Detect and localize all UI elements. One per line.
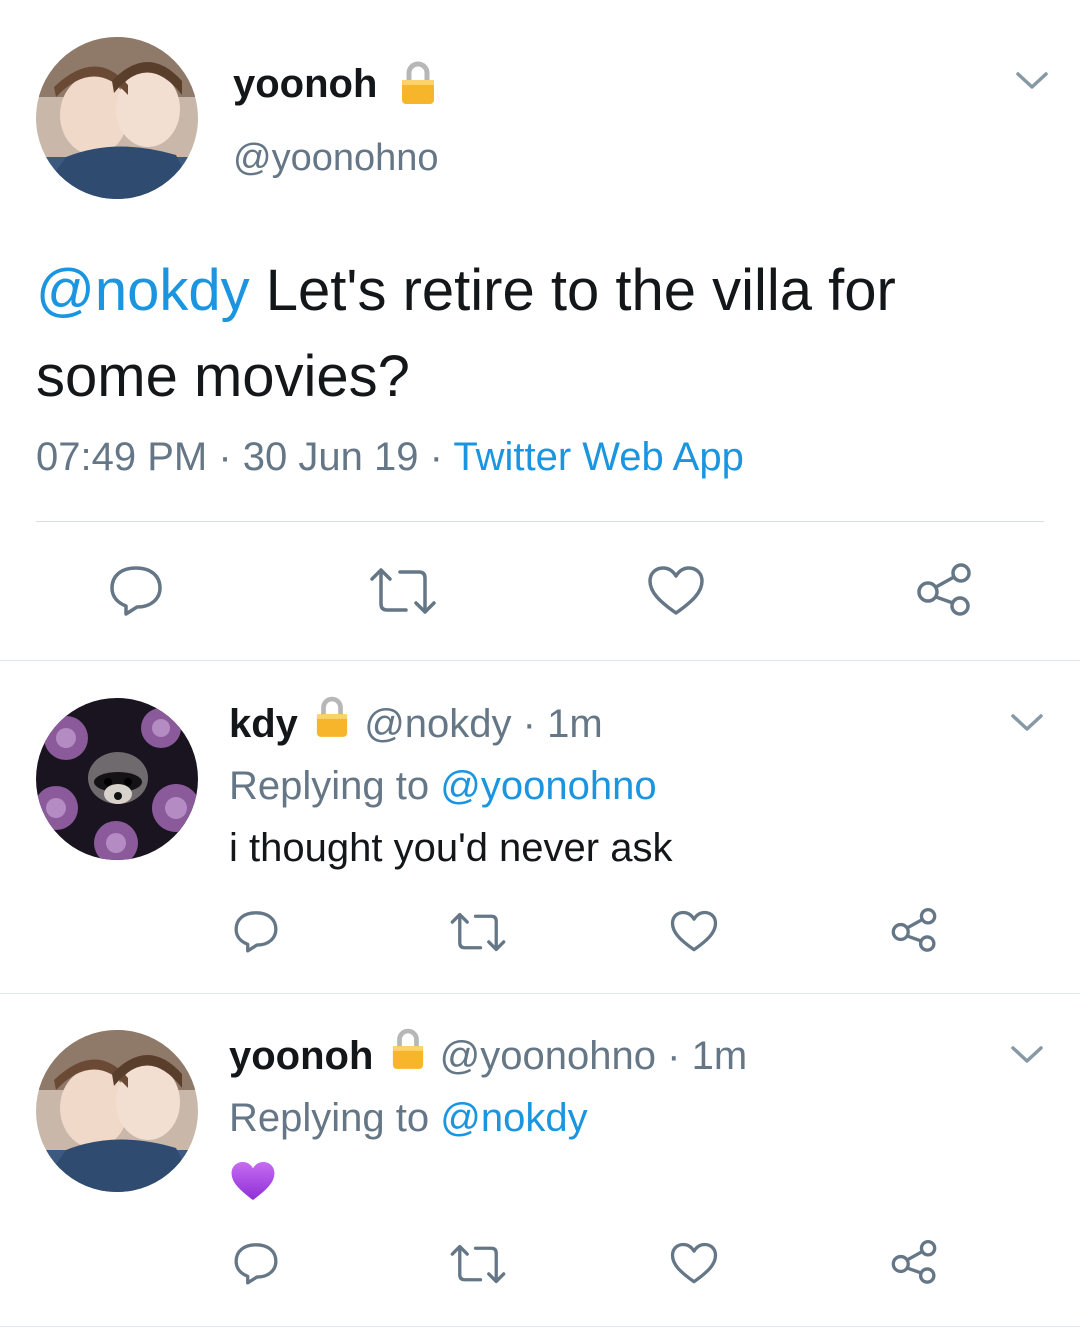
purple-heart-emoji: [230, 1160, 276, 1202]
share-icon[interactable]: [890, 1239, 938, 1284]
reply-icon[interactable]: [107, 564, 165, 616]
share-icon[interactable]: [915, 562, 973, 616]
avatar-photo: [36, 37, 198, 199]
heart-icon[interactable]: [670, 910, 718, 953]
lock-icon: [400, 61, 436, 110]
tweet-text-line2: some movies?: [36, 344, 410, 409]
meta-separator: ·: [522, 702, 536, 747]
reply-header: kdy @nokdy · 1m: [229, 696, 603, 757]
avatar-photo: [36, 1030, 198, 1192]
tweet-date[interactable]: 30 Jun 19: [243, 435, 419, 479]
tweet-text-line1: Let's retire to the villa for: [265, 258, 896, 323]
replying-to: Replying to @nokdy: [229, 1094, 588, 1142]
heart-icon[interactable]: [647, 565, 705, 617]
retweet-icon[interactable]: [449, 911, 507, 953]
tweet-source-link[interactable]: Twitter Web App: [453, 435, 744, 479]
reply-icon[interactable]: [232, 1241, 280, 1285]
timestamp[interactable]: 1m: [547, 702, 603, 746]
divider: [0, 993, 1080, 994]
display-name[interactable]: yoonoh: [229, 1034, 373, 1078]
divider: [0, 1326, 1080, 1327]
retweet-icon[interactable]: [368, 566, 438, 616]
avatar[interactable]: [36, 1030, 198, 1192]
meta-separator: ·: [667, 1034, 681, 1079]
lock-icon: [391, 1028, 425, 1081]
avatar[interactable]: [36, 698, 198, 860]
mention-link[interactable]: @nokdy: [36, 258, 250, 323]
meta-separator: ·: [218, 435, 232, 479]
timestamp[interactable]: 1m: [692, 1034, 748, 1078]
replying-handle-link[interactable]: @yoonohno: [440, 764, 656, 808]
reply-icon[interactable]: [232, 909, 280, 953]
chevron-down-icon[interactable]: [1010, 712, 1044, 734]
meta-separator: ·: [429, 435, 443, 479]
reply-text: i thought you'd never ask: [229, 826, 673, 870]
divider: [36, 521, 1044, 522]
replying-label: Replying to: [229, 1096, 430, 1140]
heart-icon[interactable]: [670, 1242, 718, 1285]
chevron-down-icon[interactable]: [1010, 1044, 1044, 1066]
retweet-icon[interactable]: [449, 1243, 507, 1285]
avatar-photo: [36, 698, 198, 860]
chevron-down-icon[interactable]: [1015, 70, 1049, 92]
lock-icon: [315, 696, 349, 749]
handle[interactable]: @yoonohno: [440, 1034, 656, 1078]
tweet-time[interactable]: 07:49 PM: [36, 435, 207, 479]
tweet-meta: 07:49 PM · 30 Jun 19 · Twitter Web App: [36, 432, 744, 482]
replying-label: Replying to: [229, 764, 430, 808]
replying-handle-link[interactable]: @nokdy: [440, 1096, 587, 1140]
tweet-text: @nokdy Let's retire to the villa for som…: [36, 248, 1046, 420]
reply-header: yoonoh @yoonohno · 1m: [229, 1028, 747, 1089]
share-icon[interactable]: [890, 907, 938, 952]
divider: [0, 660, 1080, 661]
avatar[interactable]: [36, 37, 198, 199]
handle[interactable]: @nokdy: [364, 702, 511, 746]
display-name[interactable]: kdy: [229, 702, 298, 746]
display-name[interactable]: yoonoh: [233, 60, 377, 108]
replying-to: Replying to @yoonohno: [229, 762, 657, 810]
handle[interactable]: @yoonohno: [233, 135, 439, 181]
